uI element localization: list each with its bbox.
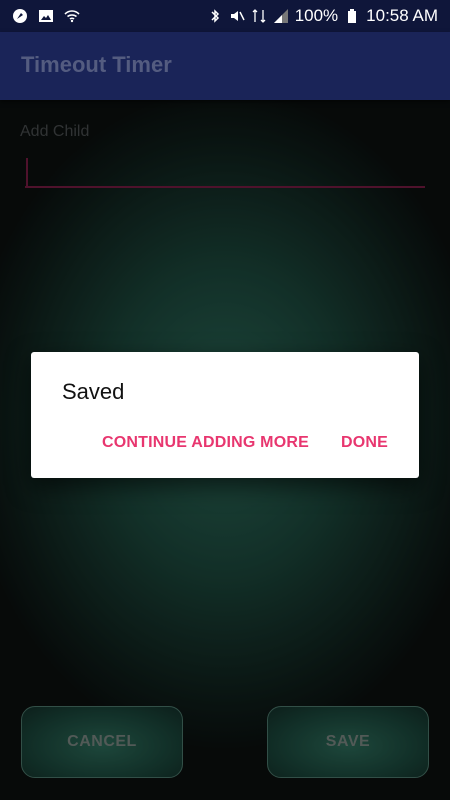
notification-icon bbox=[12, 8, 28, 24]
battery-icon bbox=[344, 8, 360, 24]
network-icon bbox=[251, 8, 267, 24]
image-icon bbox=[38, 8, 54, 24]
mute-icon bbox=[229, 8, 245, 24]
dialog-title: Saved bbox=[62, 379, 125, 404]
bluetooth-icon bbox=[207, 8, 223, 24]
battery-percent: 100% bbox=[294, 6, 339, 25]
saved-dialog: Saved CONTINUE ADDING MORE DONE bbox=[31, 352, 419, 478]
status-left-icons bbox=[12, 8, 80, 24]
app-screen: 100% 10:58 AM Timeout Timer Add Child CA… bbox=[0, 0, 450, 800]
clock: 10:58 AM bbox=[366, 6, 438, 25]
signal-icon bbox=[273, 8, 289, 24]
app-bar: Timeout Timer bbox=[0, 32, 450, 100]
done-button[interactable]: DONE bbox=[341, 434, 388, 452]
wifi-icon bbox=[64, 8, 80, 24]
status-right-icons: 100% 10:58 AM bbox=[207, 6, 438, 26]
continue-adding-button[interactable]: CONTINUE ADDING MORE bbox=[102, 434, 309, 452]
app-title: Timeout Timer bbox=[21, 52, 172, 77]
status-bar: 100% 10:58 AM bbox=[0, 0, 450, 32]
